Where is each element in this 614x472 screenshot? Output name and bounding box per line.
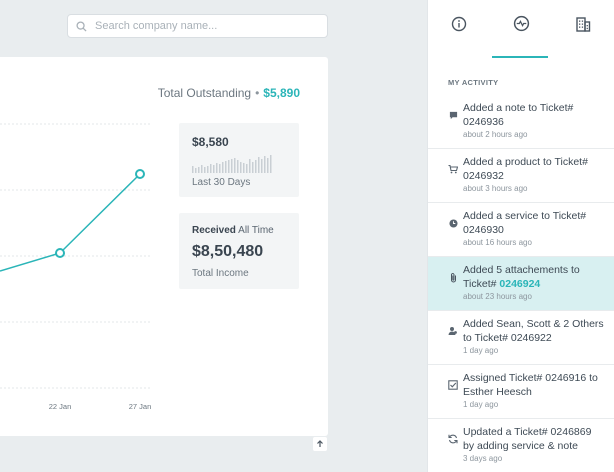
activity-item[interactable]: Added a service to Ticket# 0246930 about… xyxy=(428,203,614,257)
panel-tabs xyxy=(428,0,614,58)
tab-info[interactable] xyxy=(428,0,490,52)
activity-text: Added Sean, Scott & 2 Others to Ticket# … xyxy=(463,318,604,344)
last-30-days-card: $8,580 Last 30 Days xyxy=(179,123,299,197)
activity-item-selected[interactable]: Added 5 attachements to Ticket# 0246924 … xyxy=(428,257,614,311)
activity-time: 1 day ago xyxy=(463,346,499,355)
info-icon xyxy=(451,16,467,37)
received-value: $8,50,480 xyxy=(192,243,264,260)
attachment-icon xyxy=(448,272,458,282)
data-point xyxy=(55,248,65,258)
users-icon xyxy=(448,326,458,336)
activity-time: about 23 hours ago xyxy=(463,292,532,301)
comment-icon xyxy=(448,110,458,120)
activity-item[interactable]: Added a product to Ticket# 0246932 about… xyxy=(428,149,614,203)
total-outstanding: Total Outstanding • $5,890 xyxy=(158,86,300,100)
cart-icon xyxy=(448,164,458,174)
received-all-time-card: Received All Time $8,50,480 Total Income xyxy=(179,213,299,289)
search-icon xyxy=(76,20,88,32)
clock-icon xyxy=(448,218,458,228)
activity-text: Added a note to Ticket# 0246936 xyxy=(463,102,574,128)
outstanding-amount: $5,890 xyxy=(263,86,300,100)
refresh-icon xyxy=(448,434,458,444)
outstanding-label: Total Outstanding xyxy=(157,86,252,100)
sparkline xyxy=(192,155,272,173)
scroll-top-button[interactable] xyxy=(313,437,327,451)
x-tick-label: 22 Jan xyxy=(49,402,72,411)
ticket-link[interactable]: 0246924 xyxy=(499,278,540,290)
activity-text: Added a service to Ticket# 0246930 xyxy=(463,210,587,236)
separator-dot: • xyxy=(255,86,260,100)
received-suffix: All Time xyxy=(238,225,274,236)
active-tab-indicator xyxy=(492,56,548,58)
tab-activity[interactable] xyxy=(490,0,552,52)
activity-item[interactable]: Added a note to Ticket# 0246936 about 2 … xyxy=(428,95,614,149)
last-30-days-label: Last 30 Days xyxy=(192,177,251,188)
activity-item[interactable]: Assigned Ticket# 0246916 to Esther Heesc… xyxy=(428,365,614,419)
tab-company[interactable] xyxy=(552,0,614,52)
received-prefix: Received xyxy=(192,225,236,236)
activity-time: about 3 hours ago xyxy=(463,184,528,193)
chart-gridlines xyxy=(0,123,152,389)
activity-time: 1 day ago xyxy=(463,400,499,409)
check-icon xyxy=(448,380,458,390)
received-heading: Received All Time xyxy=(192,225,274,236)
section-title: MY ACTIVITY xyxy=(448,78,499,87)
income-line-chart: 22 Jan 27 Jan xyxy=(0,123,152,411)
activity-item[interactable]: Added Sean, Scott & 2 Others to Ticket# … xyxy=(428,311,614,365)
x-tick-label: 27 Jan xyxy=(129,402,152,411)
activity-list: Added a note to Ticket# 0246936 about 2 … xyxy=(428,95,614,472)
activity-icon xyxy=(513,15,530,37)
last-30-days-value: $8,580 xyxy=(192,135,229,149)
search-input[interactable] xyxy=(95,20,315,32)
search-box[interactable] xyxy=(67,14,328,38)
received-label: Total Income xyxy=(192,268,249,279)
arrow-up-icon xyxy=(316,435,324,453)
activity-text: Updated a Ticket# 0246869 by adding serv… xyxy=(463,426,592,452)
activity-panel: MY ACTIVITY Added a note to Ticket# 0246… xyxy=(427,0,614,472)
activity-time: about 16 hours ago xyxy=(463,238,532,247)
activity-text: Assigned Ticket# 0246916 to Esther Heesc… xyxy=(463,372,598,398)
activity-time: 3 days ago xyxy=(463,454,503,463)
data-point xyxy=(135,169,145,179)
activity-item[interactable]: Updated a Ticket# 0246869 by adding serv… xyxy=(428,419,614,472)
dashboard-card: 22 Jan 27 Jan Total Outstanding • $5,890 $… xyxy=(0,57,328,436)
building-icon xyxy=(575,16,591,37)
activity-text: Added a product to Ticket# 0246932 xyxy=(463,156,588,182)
activity-text: Added 5 attachements to Ticket# 0246924 xyxy=(463,263,605,291)
activity-time: about 2 hours ago xyxy=(463,130,528,139)
